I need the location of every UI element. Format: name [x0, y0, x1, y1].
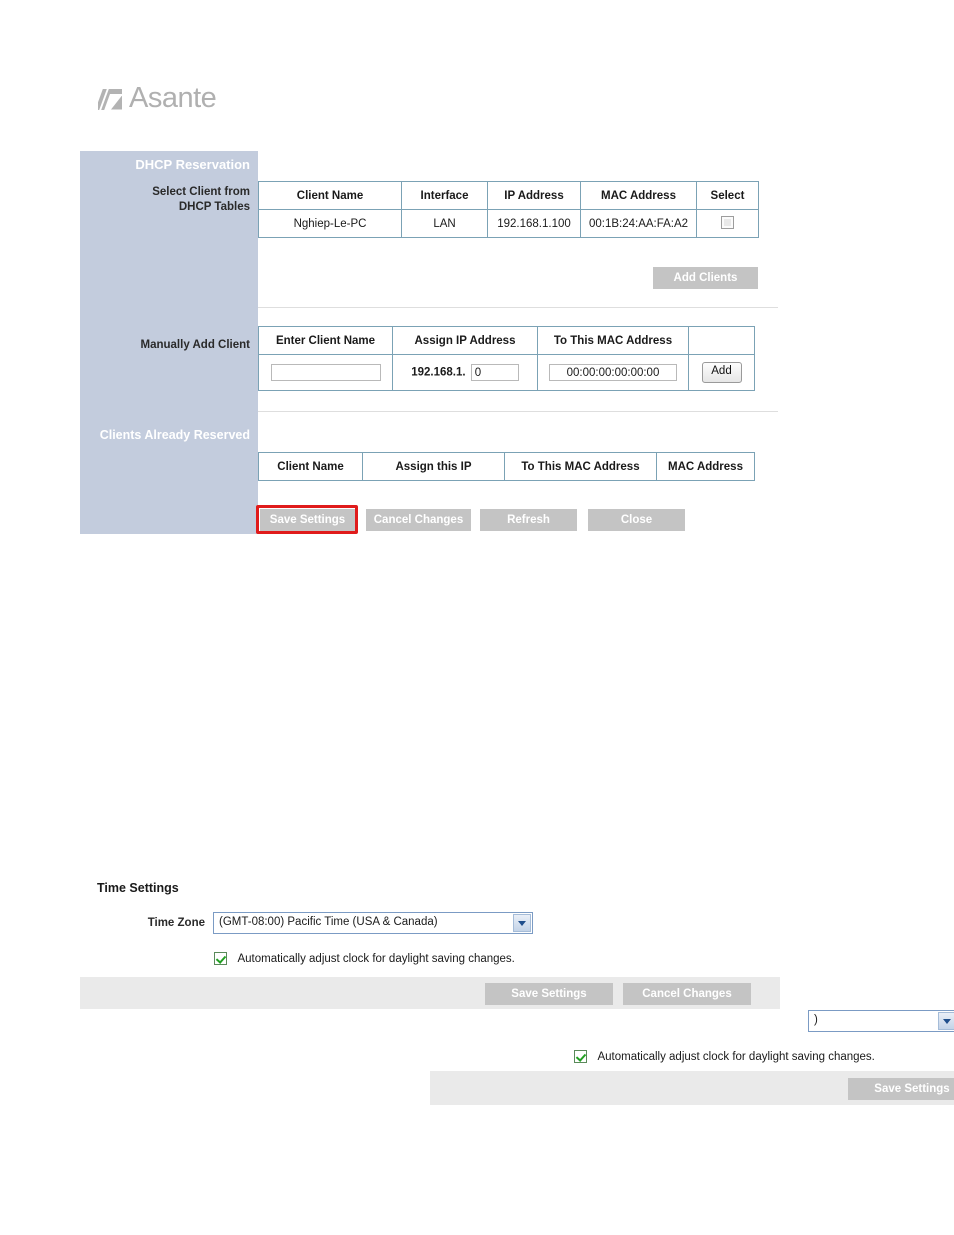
time-settings-save-button[interactable]: Save Settings: [485, 983, 613, 1005]
divider-1: [258, 307, 778, 308]
table-header-row: Client Name Interface IP Address MAC Add…: [258, 181, 759, 210]
overlay-time-zone-selected-value: ): [814, 1014, 818, 1026]
brand-name: Asante: [129, 82, 217, 114]
cell-select: [696, 209, 759, 238]
cell-to-this-mac-address: [537, 354, 689, 391]
col-reserved-mac-address: MAC Address: [656, 452, 755, 481]
brand-logo: Asante: [98, 82, 217, 114]
col-interface: Interface: [401, 181, 488, 210]
mac-address-input[interactable]: [549, 364, 677, 381]
dhcp-content: Client Name Interface IP Address MAC Add…: [258, 151, 780, 534]
save-settings-highlight: [256, 505, 358, 534]
cell-mac-address: 00:1B:24:AA:FA:A2: [580, 209, 697, 238]
cell-add-action: Add: [688, 354, 755, 391]
dhcp-sidebar: DHCP Reservation Select Client from DHCP…: [80, 151, 258, 534]
label-select-client-line1: Select Client from: [152, 186, 250, 198]
time-zone-label: Time Zone: [147, 917, 205, 929]
table-header-row: Enter Client Name Assign IP Address To T…: [258, 326, 755, 355]
cell-interface: LAN: [401, 209, 488, 238]
overlay-dst-label: Automatically adjust clock for daylight …: [597, 1050, 875, 1063]
table-row: Nghiep-Le-PC LAN 192.168.1.100 00:1B:24:…: [258, 209, 759, 238]
col-select: Select: [696, 181, 759, 210]
time-settings-overlay-fragment: ) Automatically adjust clock for dayligh…: [430, 1005, 954, 1115]
dhcp-reservation-panel: DHCP Reservation Select Client from DHCP…: [80, 151, 780, 534]
dst-label: Automatically adjust clock for daylight …: [237, 952, 515, 965]
dst-checkbox-row: Automatically adjust clock for daylight …: [214, 950, 515, 968]
cancel-changes-button[interactable]: Cancel Changes: [366, 509, 471, 531]
label-select-client-line2: DHCP Tables: [178, 201, 250, 213]
col-to-this-mac-address: To This MAC Address: [537, 326, 689, 355]
col-client-name: Client Name: [258, 181, 402, 210]
col-action: [688, 326, 755, 355]
refresh-button[interactable]: Refresh: [480, 509, 577, 531]
label-select-client-from-dhcp-tables: Select Client from DHCP Tables: [90, 185, 250, 215]
cell-enter-client-name: [258, 354, 393, 391]
overlay-dst-checkbox[interactable]: [574, 1050, 587, 1064]
manually-add-client-table: Enter Client Name Assign IP Address To T…: [258, 326, 755, 391]
cell-assign-ip-address: 192.168.1.: [392, 354, 538, 391]
table-header-row: Client Name Assign this IP To This MAC A…: [258, 452, 755, 481]
time-settings-cancel-button[interactable]: Cancel Changes: [623, 983, 751, 1005]
time-zone-select[interactable]: (GMT-08:00) Pacific Time (USA & Canada): [213, 912, 533, 934]
col-assign-ip-address: Assign IP Address: [392, 326, 538, 355]
time-settings-title: Time Settings: [97, 881, 179, 895]
table-row: 192.168.1. Add: [258, 354, 755, 391]
overlay-save-settings-button[interactable]: Save Settings: [848, 1078, 954, 1100]
clients-already-reserved-table: Client Name Assign this IP To This MAC A…: [258, 452, 755, 481]
col-reserved-to-this-mac-address: To This MAC Address: [504, 452, 657, 481]
add-button[interactable]: Add: [701, 362, 742, 383]
asante-logo-icon: [98, 86, 124, 112]
chevron-down-icon[interactable]: [513, 914, 531, 932]
overlay-chevron-down-icon[interactable]: [938, 1012, 954, 1030]
client-name-input[interactable]: [270, 364, 381, 381]
col-enter-client-name: Enter Client Name: [258, 326, 393, 355]
col-ip-address: IP Address: [487, 181, 581, 210]
label-clients-already-reserved: Clients Already Reserved: [99, 428, 250, 442]
dst-checkbox[interactable]: [214, 952, 227, 966]
ip-prefix-label: 192.168.1.: [411, 366, 466, 379]
time-zone-selected-value: (GMT-08:00) Pacific Time (USA & Canada): [219, 916, 438, 928]
overlay-dst-checkbox-row: Automatically adjust clock for daylight …: [574, 1048, 875, 1066]
select-client-checkbox[interactable]: [721, 215, 734, 229]
col-mac-address: MAC Address: [580, 181, 697, 210]
ip-suffix-input[interactable]: [470, 364, 519, 381]
col-assign-this-ip: Assign this IP: [362, 452, 505, 481]
time-settings-panel: Time Settings Time Zone (GMT-08:00) Paci…: [80, 875, 780, 1010]
overlay-time-zone-select[interactable]: ): [808, 1010, 954, 1032]
col-reserved-client-name: Client Name: [258, 452, 363, 481]
cell-client-name: Nghiep-Le-PC: [258, 209, 402, 238]
close-button[interactable]: Close: [588, 509, 685, 531]
section-title-dhcp-reservation: DHCP Reservation: [135, 157, 250, 172]
cell-ip-address: 192.168.1.100: [487, 209, 581, 238]
divider-2: [258, 411, 778, 412]
dhcp-clients-table: Client Name Interface IP Address MAC Add…: [258, 181, 759, 238]
add-clients-button[interactable]: Add Clients: [653, 267, 758, 289]
label-manually-add-client: Manually Add Client: [140, 339, 250, 351]
